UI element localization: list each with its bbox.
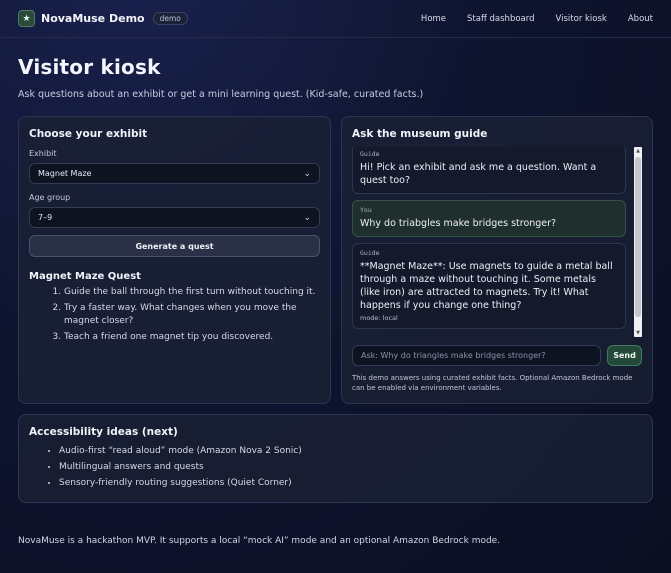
- guide-panel: Ask the museum guide Guide Hi! Pick an e…: [341, 116, 653, 404]
- star-logo-icon: ★: [18, 10, 35, 27]
- generate-quest-button[interactable]: Generate a quest: [29, 235, 320, 257]
- nav-link-about[interactable]: About: [628, 14, 653, 24]
- chevron-down-icon: ⌄: [303, 168, 311, 179]
- guide-panel-title: Ask the museum guide: [352, 128, 488, 140]
- quest-step: Try a faster way. What changes when you …: [64, 302, 320, 328]
- accessibility-panel: Accessibility ideas (next) Audio-first “…: [18, 414, 653, 503]
- nav-link-staff-dashboard[interactable]: Staff dashboard: [467, 14, 534, 24]
- brand-name: NovaMuse Demo: [41, 12, 145, 25]
- nav-link-visitor-kiosk[interactable]: Visitor kiosk: [556, 14, 607, 24]
- accessibility-list: Audio-first “read aloud” mode (Amazon No…: [29, 443, 642, 491]
- exhibit-select[interactable]: Magnet Maze ⌄: [29, 163, 320, 184]
- quest-step: Guide the ball through the first turn wi…: [64, 286, 320, 299]
- list-item: Audio-first “read aloud” mode (Amazon No…: [59, 443, 642, 459]
- message-sender: Guide: [360, 150, 380, 158]
- age-group-select[interactable]: 7–9 ⌄: [29, 207, 320, 228]
- send-button[interactable]: Send: [607, 345, 642, 366]
- chat-message-you: You Why do triabgles make bridges strong…: [352, 200, 626, 237]
- quest-title: Magnet Maze Quest: [29, 271, 141, 282]
- nav-link-home[interactable]: Home: [421, 14, 446, 24]
- ask-row: Send: [352, 345, 642, 366]
- message-text: Why do triabgles make bridges stronger?: [360, 218, 557, 229]
- age-group-select-value: 7–9: [38, 213, 53, 222]
- chevron-down-icon: ⌄: [303, 212, 311, 223]
- quest-step: Teach a friend one magnet tip you discov…: [64, 331, 320, 344]
- demo-note: This demo answers using curated exhibit …: [352, 374, 633, 392]
- nav-links: Home Staff dashboard Visitor kiosk About: [400, 14, 653, 24]
- exhibit-panel-title: Choose your exhibit: [29, 128, 148, 140]
- page-header: Visitor kiosk Ask questions about an exh…: [0, 38, 671, 100]
- page-title: Visitor kiosk: [18, 55, 161, 79]
- accessibility-title: Accessibility ideas (next): [29, 426, 178, 438]
- scroll-up-icon[interactable]: ▲: [634, 147, 642, 155]
- ask-input[interactable]: [352, 345, 601, 366]
- chat-scrollbar[interactable]: ▲ ▼: [634, 147, 642, 337]
- scrollbar-thumb[interactable]: [635, 157, 641, 317]
- top-nav: ★ NovaMuse Demo demo Home Staff dashboar…: [0, 0, 671, 38]
- scroll-down-icon[interactable]: ▼: [634, 329, 642, 337]
- exhibit-panel: Choose your exhibit Exhibit Magnet Maze …: [18, 116, 331, 404]
- message-sender: You: [360, 206, 372, 214]
- message-sender: Guide: [360, 249, 380, 257]
- demo-badge: demo: [152, 12, 188, 25]
- chat-message-guide: Guide **Magnet Maze**: Use magnets to gu…: [352, 243, 626, 329]
- quest-steps: Guide the ball through the first turn wi…: [29, 286, 320, 344]
- message-mode: mode: local: [360, 314, 398, 322]
- brand[interactable]: ★ NovaMuse Demo demo: [18, 10, 188, 27]
- chat-log[interactable]: Guide Hi! Pick an exhibit and ask me a q…: [352, 147, 642, 339]
- list-item: Multilingual answers and quests: [59, 459, 642, 475]
- footer-text: NovaMuse is a hackathon MVP. It supports…: [18, 536, 501, 546]
- age-group-label: Age group: [29, 193, 71, 202]
- exhibit-select-value: Magnet Maze: [38, 169, 92, 178]
- main-row: Choose your exhibit Exhibit Magnet Maze …: [0, 116, 671, 404]
- message-text: Hi! Pick an exhibit and ask me a questio…: [360, 162, 597, 186]
- page-subtitle: Ask questions about an exhibit or get a …: [18, 89, 424, 100]
- exhibit-label: Exhibit: [29, 149, 57, 158]
- chat-message-guide: Guide Hi! Pick an exhibit and ask me a q…: [352, 147, 626, 194]
- message-text: **Magnet Maze**: Use magnets to guide a …: [360, 261, 613, 311]
- list-item: Sensory-friendly routing suggestions (Qu…: [59, 475, 642, 491]
